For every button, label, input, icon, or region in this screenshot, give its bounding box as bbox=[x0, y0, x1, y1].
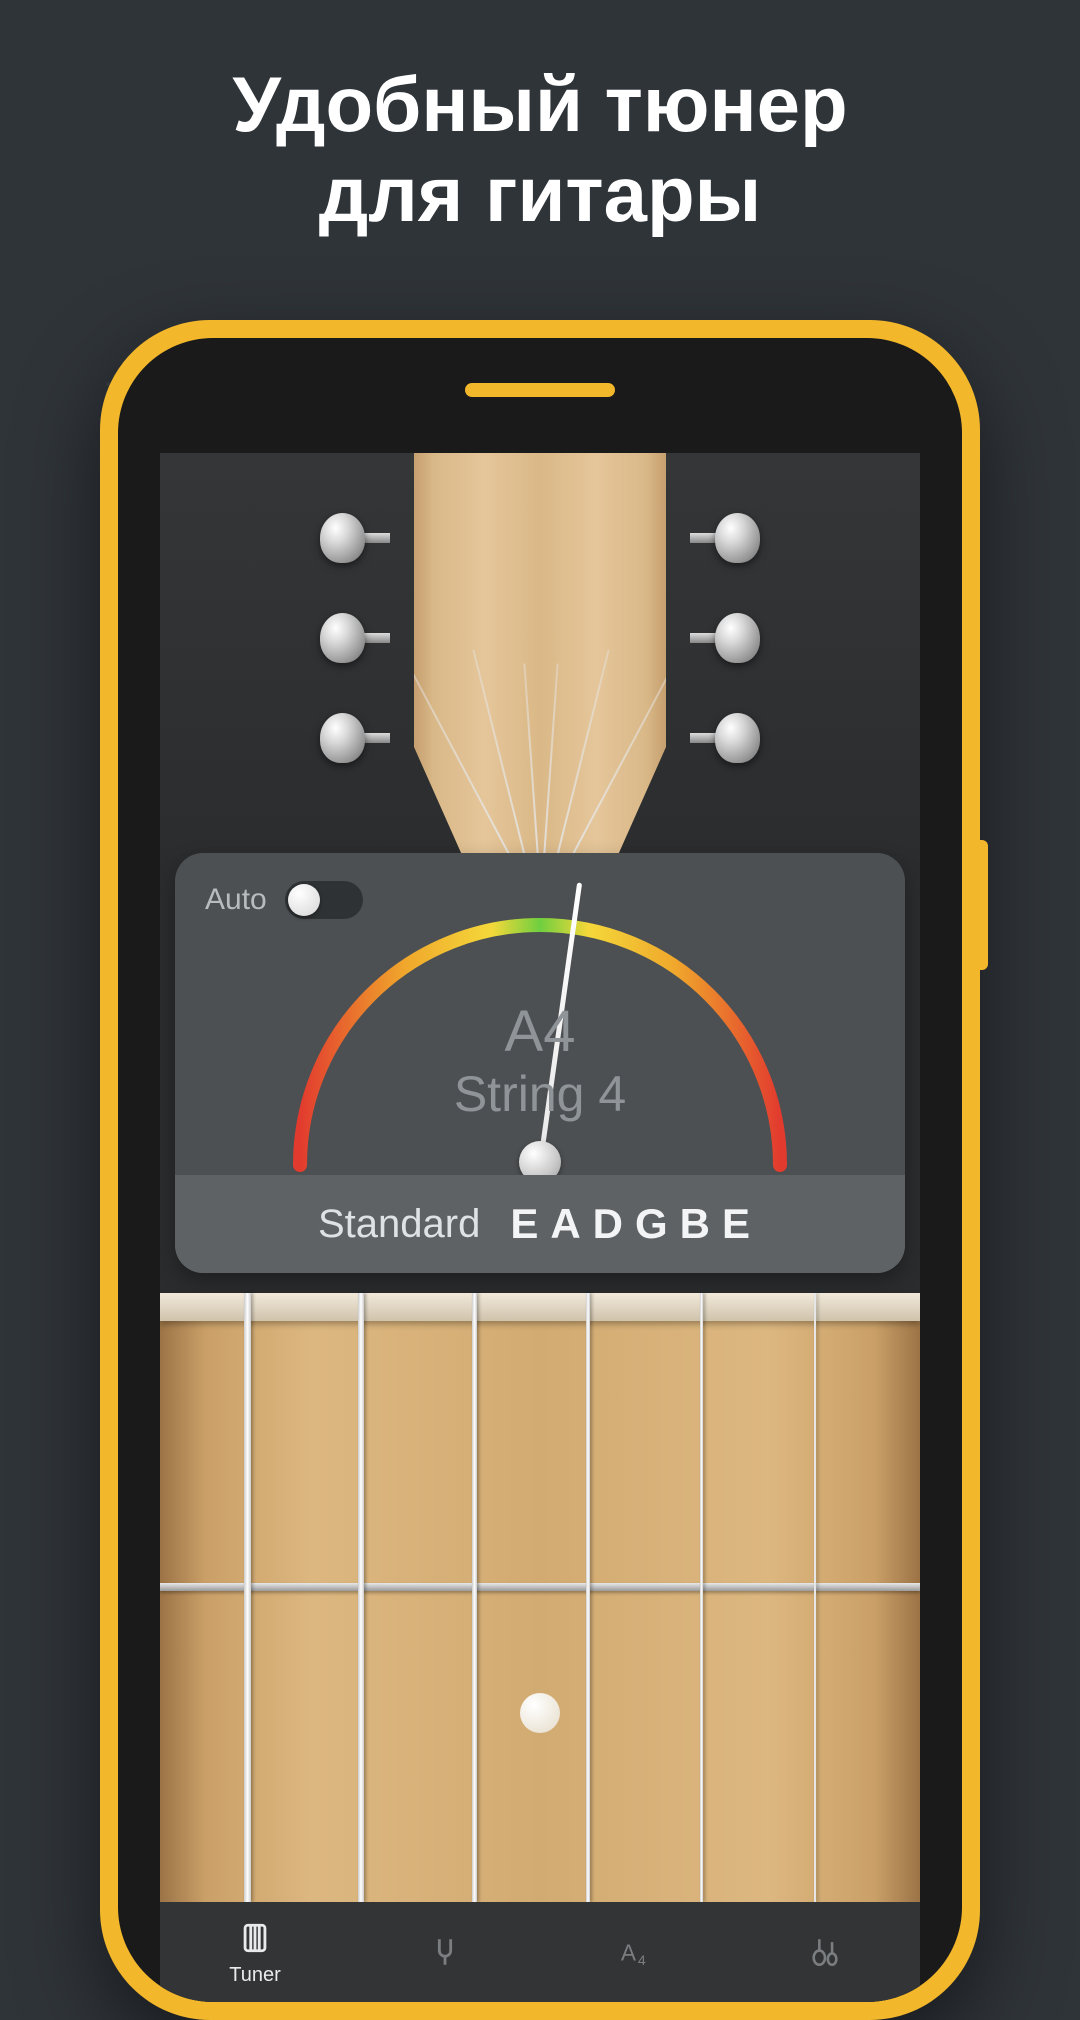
note-readout: A4 String 4 bbox=[454, 998, 626, 1123]
tuning-fork-icon bbox=[425, 1932, 465, 1972]
phone-bezel: Auto bbox=[118, 338, 962, 2002]
tuning-peg[interactable] bbox=[320, 713, 390, 763]
headline-line1: Удобный тюнер bbox=[232, 60, 847, 148]
guitar-string[interactable] bbox=[700, 1293, 703, 1902]
tuning-peg[interactable] bbox=[320, 513, 390, 563]
detected-string: String 4 bbox=[454, 1065, 626, 1123]
headstock-string bbox=[523, 663, 540, 873]
nav-pitch[interactable]: A 4 bbox=[540, 1902, 730, 2002]
guitar-headstock bbox=[400, 453, 680, 873]
headstock-area bbox=[160, 453, 920, 873]
svg-text:4: 4 bbox=[638, 1953, 646, 1969]
nav-tuner[interactable]: Tuner bbox=[160, 1902, 350, 2002]
tuning-peg[interactable] bbox=[690, 513, 760, 563]
guitar-string[interactable] bbox=[244, 1293, 251, 1902]
headstock-string bbox=[542, 663, 559, 873]
guitar-string[interactable] bbox=[472, 1293, 477, 1902]
tuning-notes: EADGBE bbox=[510, 1200, 762, 1248]
app-screen: Auto bbox=[160, 453, 920, 2002]
bottom-nav: Tuner A 4 bbox=[160, 1902, 920, 2002]
headline-line2: для гитары bbox=[319, 150, 762, 238]
pitch-icon: A 4 bbox=[615, 1932, 655, 1972]
tuning-selector[interactable]: Standard EADGBE bbox=[175, 1175, 905, 1273]
tuning-peg[interactable] bbox=[320, 613, 390, 663]
tuner-meter-panel: Auto bbox=[175, 853, 905, 1273]
tuning-peg[interactable] bbox=[690, 713, 760, 763]
phone-frame: Auto bbox=[100, 320, 980, 2020]
tuning-name: Standard bbox=[318, 1202, 480, 1247]
promo-headline: Удобный тюнер для гитары bbox=[0, 60, 1080, 239]
guitar-nut bbox=[160, 1293, 920, 1321]
nav-instruments[interactable] bbox=[730, 1902, 920, 2002]
nav-fork[interactable] bbox=[350, 1902, 540, 2002]
guitar-string[interactable] bbox=[358, 1293, 364, 1902]
fret-marker-dot bbox=[520, 1693, 560, 1733]
guitar-string[interactable] bbox=[586, 1293, 590, 1902]
auto-label: Auto bbox=[205, 883, 267, 917]
nav-label: Tuner bbox=[229, 1964, 281, 1987]
guitar-string[interactable] bbox=[814, 1293, 816, 1902]
fretboard[interactable] bbox=[160, 1293, 920, 1902]
svg-text:A: A bbox=[621, 1940, 637, 1966]
tuning-peg[interactable] bbox=[690, 613, 760, 663]
instruments-icon bbox=[805, 1932, 845, 1972]
phone-speaker bbox=[465, 383, 615, 397]
phone-power-button bbox=[980, 840, 988, 970]
tuner-icon bbox=[235, 1918, 275, 1958]
fret-wire bbox=[160, 1583, 920, 1591]
detected-note: A4 bbox=[454, 998, 626, 1065]
